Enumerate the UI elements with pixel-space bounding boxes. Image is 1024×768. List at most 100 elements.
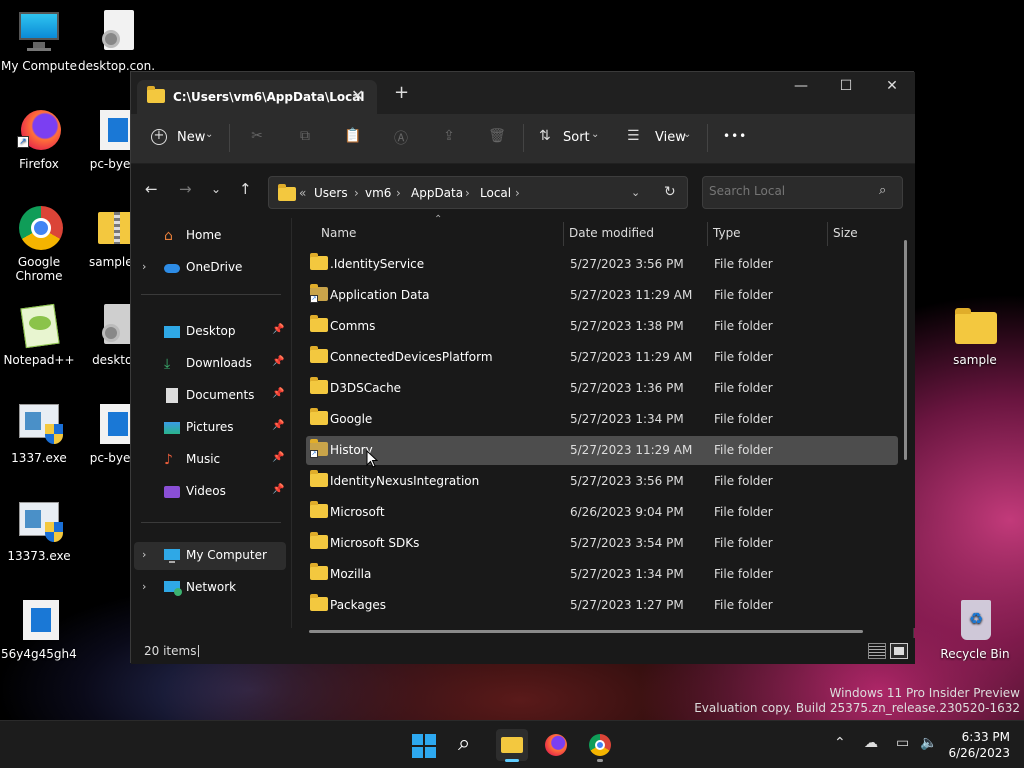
sidebar-item-music[interactable]: ♪ Music 📌	[134, 446, 286, 474]
pin-icon[interactable]: 📌	[272, 388, 284, 399]
rename-icon[interactable]: Ⓐ	[391, 128, 411, 148]
paste-icon[interactable]: 📋	[343, 128, 363, 148]
sidebar-item-pictures[interactable]: Pictures 📌	[134, 414, 286, 442]
chevron-right-icon[interactable]: ›	[142, 548, 146, 561]
breadcrumb-separator-icon[interactable]: ›	[465, 186, 470, 200]
pin-icon[interactable]: 📌	[272, 420, 284, 431]
chevron-right-icon[interactable]: ›	[142, 580, 146, 593]
share-icon[interactable]: ⇪	[439, 128, 459, 148]
file-row[interactable]: Comms 5/27/2023 1:38 PM File folder	[306, 312, 898, 341]
desktop-icon-56y4g45gh4[interactable]: 56y4g45gh4...	[1, 596, 77, 661]
file-row[interactable]: ConnectedDevicesPlatform 5/27/2023 11:29…	[306, 343, 898, 372]
breadcrumb-local[interactable]: Local	[480, 186, 511, 200]
sidebar-item-network[interactable]: › Network	[134, 574, 286, 602]
breadcrumb-separator-icon[interactable]: ›	[396, 186, 401, 200]
search-taskbar-button[interactable]: ⌕	[452, 729, 484, 761]
pin-icon[interactable]: 📌	[272, 484, 284, 495]
column-header-size[interactable]: Size	[833, 226, 858, 240]
close-window-button[interactable]: ✕	[877, 78, 907, 94]
search-input[interactable]	[709, 184, 869, 198]
desktop-icon-recycle-bin[interactable]: ♻ Recycle Bin	[937, 596, 1013, 661]
file-row[interactable]: Microsoft 6/26/2023 9:04 PM File folder	[306, 498, 898, 527]
file-row[interactable]: D3DSCache 5/27/2023 1:36 PM File folder	[306, 374, 898, 403]
chevron-right-icon[interactable]: ›	[142, 260, 146, 273]
breadcrumb-appdata[interactable]: AppData	[411, 186, 463, 200]
new-tab-button[interactable]: +	[394, 82, 409, 103]
horizontal-scrollbar[interactable]	[309, 630, 863, 633]
file-row[interactable]: Packages 5/27/2023 1:27 PM File folder	[306, 591, 898, 620]
breadcrumb-separator-icon[interactable]: ›	[515, 186, 520, 200]
minimize-button[interactable]: —	[786, 78, 816, 94]
chrome-taskbar-button[interactable]	[584, 729, 616, 762]
refresh-icon[interactable]: ↻	[664, 184, 676, 200]
details-view-icon[interactable]	[868, 643, 886, 659]
show-hidden-icons-chevron-icon[interactable]: ⌃	[834, 735, 846, 751]
sidebar-item-downloads[interactable]: ⤓ Downloads 📌	[134, 350, 286, 378]
breadcrumb-overflow[interactable]: «	[299, 186, 306, 200]
column-divider[interactable]	[707, 222, 708, 246]
sidebar-item-home[interactable]: ⌂ Home	[134, 222, 286, 250]
desktop-icon-firefox[interactable]: ↗ Firefox	[1, 106, 77, 171]
maximize-button[interactable]: ☐	[831, 78, 861, 94]
sort-button[interactable]: ⇅ Sort ⌄	[539, 128, 603, 150]
tab-close-button[interactable]: ✕	[351, 86, 364, 105]
network-monitor-icon[interactable]: ▭	[896, 735, 909, 751]
desktop-icon-13373-exe[interactable]: 13373.exe	[1, 498, 77, 563]
vertical-scrollbar[interactable]	[904, 240, 907, 460]
search-box[interactable]: ⌕	[702, 176, 903, 209]
back-arrow-icon[interactable]: ←	[145, 180, 158, 198]
column-header-date[interactable]: Date modified	[569, 226, 654, 240]
volume-icon[interactable]: 🔈	[920, 735, 937, 751]
sidebar-item-my-computer[interactable]: › My Computer	[134, 542, 286, 570]
sidebar-item-onedrive[interactable]: › OneDrive	[134, 254, 286, 282]
new-button[interactable]: + New ⌄	[151, 128, 217, 150]
desktop-icon-desktop-config[interactable]: desktop.con...	[78, 8, 154, 73]
pin-icon[interactable]: 📌	[272, 452, 284, 463]
tab-local[interactable]: C:\Users\vm6\AppData\Local ✕	[137, 80, 377, 114]
up-arrow-icon[interactable]: ↑	[239, 180, 252, 198]
breadcrumb-separator-icon[interactable]: ›	[354, 186, 359, 200]
desktop-icon-my-computer[interactable]: My Computer	[1, 8, 77, 73]
column-divider[interactable]	[827, 222, 828, 246]
pin-icon[interactable]: 📌	[272, 324, 284, 335]
desktop-icon-sample-folder[interactable]: sample	[937, 302, 1013, 367]
folder-icon	[310, 408, 328, 426]
sidebar-item-documents[interactable]: Documents 📌	[134, 382, 286, 410]
column-header-type[interactable]: Type	[713, 226, 741, 240]
file-row[interactable]: .IdentityService 5/27/2023 3:56 PM File …	[306, 250, 898, 279]
firefox-taskbar-button[interactable]	[540, 729, 572, 761]
file-row[interactable]: ↗ Application Data 5/27/2023 11:29 AM Fi…	[306, 281, 898, 310]
tiles-view-icon[interactable]	[890, 643, 908, 659]
onedrive-offline-icon[interactable]: ☁	[864, 735, 878, 751]
column-divider[interactable]	[563, 222, 564, 246]
sidebar-item-videos[interactable]: Videos 📌	[134, 478, 286, 506]
file-row[interactable]: Google 5/27/2023 1:34 PM File folder	[306, 405, 898, 434]
forward-arrow-icon[interactable]: →	[179, 180, 192, 198]
home-icon: ⌂	[164, 228, 173, 244]
file-row[interactable]: IdentityNexusIntegration 5/27/2023 3:56 …	[306, 467, 898, 496]
desktop-icon-notepad-plus[interactable]: Notepad++	[1, 302, 77, 367]
column-header-name[interactable]: Name	[321, 226, 356, 240]
file-row-hovered[interactable]: ↗ History 5/27/2023 11:29 AM File folder	[306, 436, 898, 468]
recent-locations-chevron-icon[interactable]: ⌄	[211, 182, 221, 196]
desktop-icon-google-chrome[interactable]: Google Chrome	[1, 204, 77, 283]
file-row[interactable]: Microsoft SDKs 5/27/2023 3:54 PM File fo…	[306, 529, 898, 558]
cut-icon[interactable]: ✂	[247, 128, 267, 148]
pin-icon[interactable]: 📌	[272, 356, 284, 367]
address-bar[interactable]: « Users › vm6 › AppData › Local › ⌄ ↻	[268, 176, 688, 209]
breadcrumb-vm6[interactable]: vm6	[365, 186, 391, 200]
start-button[interactable]	[408, 729, 440, 761]
more-options-button[interactable]: •••	[723, 129, 747, 143]
system-clock[interactable]: 6:33 PM 6/26/2023	[948, 729, 1010, 761]
breadcrumb-users[interactable]: Users	[314, 186, 348, 200]
file-explorer-taskbar-button[interactable]	[496, 729, 528, 762]
address-history-chevron-icon[interactable]: ⌄	[631, 186, 640, 199]
sidebar-item-desktop[interactable]: Desktop 📌	[134, 318, 286, 346]
copy-icon[interactable]: ⧉	[295, 128, 315, 148]
search-icon[interactable]: ⌕	[879, 183, 886, 198]
file-row[interactable]: Mozilla 5/27/2023 1:34 PM File folder	[306, 560, 898, 589]
file-date: 5/27/2023 1:34 PM	[570, 412, 684, 426]
desktop-icon-1337-exe[interactable]: 1337.exe	[1, 400, 77, 465]
delete-icon[interactable]: 🗑	[487, 128, 507, 148]
view-button[interactable]: ☰ View ⌄	[627, 128, 693, 150]
